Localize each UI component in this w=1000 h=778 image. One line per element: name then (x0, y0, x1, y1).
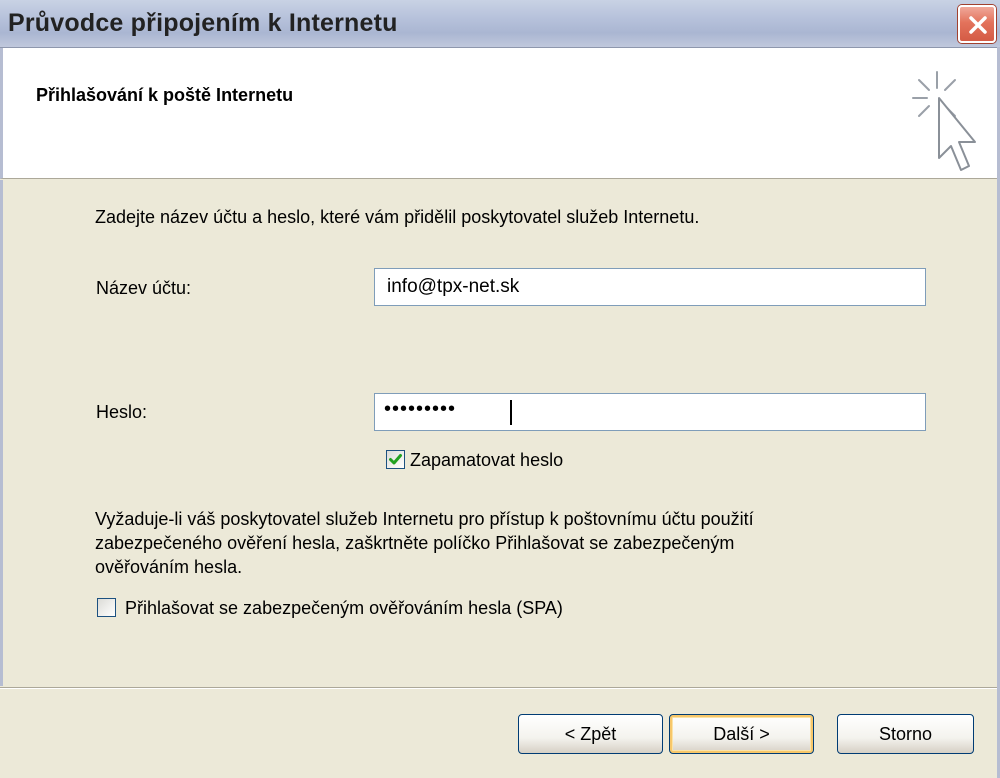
remember-password-label[interactable]: Zapamatovat heslo (410, 450, 563, 471)
wizard-window: Průvodce připojením k Internetu Přihlašo… (0, 0, 1000, 778)
cancel-button[interactable]: Storno (837, 714, 974, 754)
spa-label[interactable]: Přihlašovat se zabezpečeným ověřováním h… (125, 598, 563, 619)
intro-text: Zadejte název účtu a heslo, které vám př… (95, 207, 700, 227)
next-button[interactable]: Další > (669, 714, 814, 754)
button-separator (0, 687, 1000, 689)
text-caret (510, 400, 512, 425)
wizard-header: Přihlašování k poště Internetu (0, 48, 1000, 179)
spa-note-line-3: ověřováním hesla. (95, 557, 243, 577)
close-button[interactable] (958, 5, 996, 43)
wizard-cursor-icon (912, 71, 976, 171)
title-bar[interactable]: Průvodce připojením k Internetu (0, 0, 1000, 48)
window-title: Průvodce připojením k Internetu (8, 9, 398, 37)
account-label: Název účtu: (96, 278, 192, 298)
password-input[interactable]: ••••••••• (374, 393, 926, 431)
page-heading: Přihlašování k poště Internetu (36, 85, 294, 105)
password-label: Heslo: (96, 402, 148, 422)
account-name-input[interactable]: info@tpx-net.sk (374, 268, 926, 306)
password-value: ••••••••• (384, 398, 457, 420)
spa-note-line-2: zabezpečeného ověření hesla, zaškrtněte … (95, 533, 735, 553)
spa-checkbox[interactable] (97, 598, 116, 617)
remember-password-checkbox[interactable] (386, 450, 405, 469)
check-icon (389, 454, 402, 465)
spa-note-line-1: Vyžaduje-li váš poskytovatel služeb Inte… (95, 509, 754, 529)
wizard-body: Zadejte název účtu a heslo, které vám př… (0, 180, 1000, 686)
close-icon (969, 16, 987, 34)
account-name-value: info@tpx-net.sk (387, 276, 520, 297)
back-button[interactable]: < Zpět (518, 714, 663, 754)
